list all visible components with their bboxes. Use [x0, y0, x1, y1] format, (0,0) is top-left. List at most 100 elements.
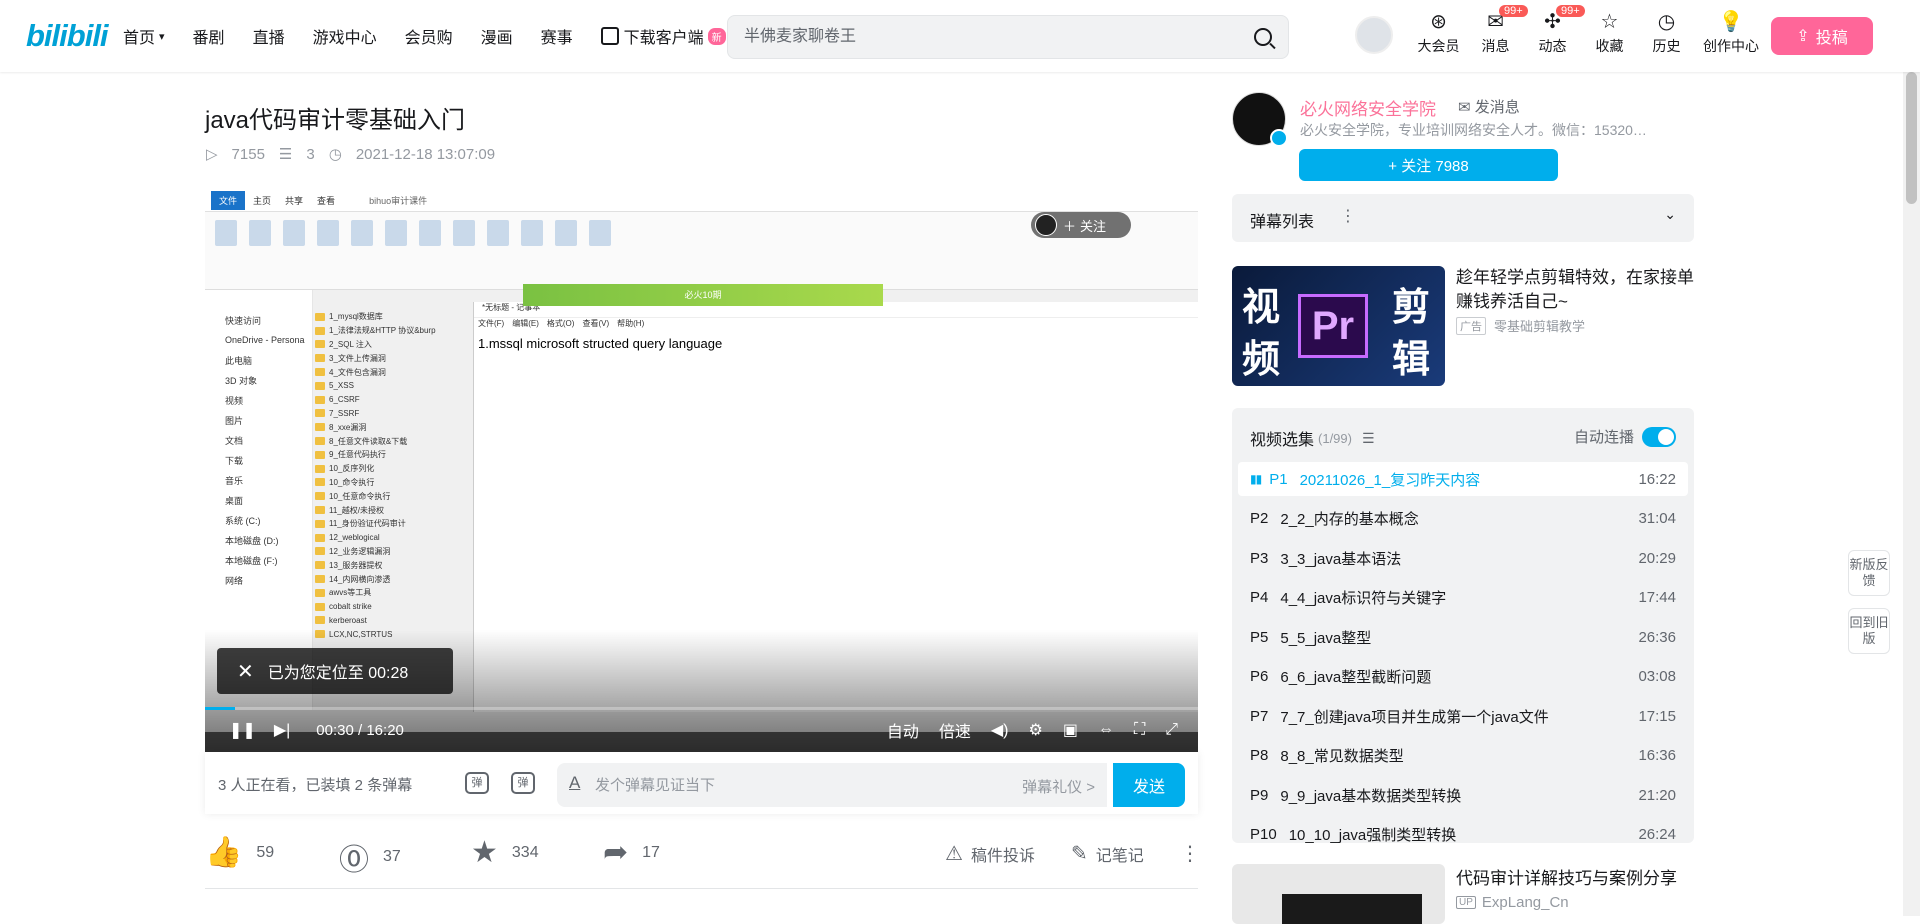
favorites-button[interactable]: ☆ 收藏 — [1581, 8, 1638, 56]
nav-game-center[interactable]: 游戏中心 — [313, 24, 377, 48]
nav-manga[interactable]: 漫画 — [481, 24, 513, 48]
chevron-down-icon[interactable]: ⌄ — [1664, 206, 1676, 223]
back-to-old-button[interactable]: 回到旧版 — [1848, 608, 1890, 654]
danmaku-input[interactable] — [595, 763, 995, 807]
more-icon[interactable]: ⋮ — [1340, 206, 1356, 226]
explorer-file-item: 12_weblogical — [315, 531, 475, 545]
search-input[interactable] — [728, 16, 1228, 58]
message-button[interactable]: ✉ 99+ 消息 — [1467, 5, 1528, 56]
nav-anime[interactable]: 番剧 — [193, 24, 225, 48]
playlist-count: (1/99) — [1318, 430, 1352, 446]
danmaku-settings-icon[interactable]: 弹 — [511, 772, 535, 794]
autoplay-toggle[interactable] — [1642, 426, 1676, 447]
explorer-nav-item: 此电脑 — [225, 355, 253, 366]
video-meta: ▷ 7155 ☰ 3 ◷ 2021-12-18 13:07:09 — [206, 145, 509, 164]
explorer-file-item: 7_SSRF — [315, 407, 475, 421]
volume-icon[interactable]: ◀) — [991, 720, 1009, 740]
tool-icon — [487, 220, 509, 246]
danmaku-style-icon[interactable]: A — [569, 773, 580, 793]
episode-item[interactable]: ▮▮ P1 20211026_1_复习昨天内容 16:22 — [1238, 462, 1688, 496]
message-label: 消息 — [1481, 38, 1510, 54]
widescreen-icon[interactable]: ⇔ — [1098, 721, 1114, 739]
search-icon[interactable] — [1254, 28, 1272, 46]
list-icon[interactable]: ☰ — [1362, 430, 1375, 447]
recommend-card[interactable]: 代码审计详解技巧与案例分享 UP ExpLang_Cn — [1232, 864, 1694, 924]
favorite-star-icon: ★ — [471, 836, 498, 869]
video-player[interactable]: 文件 主页 共享 查看 bihuo审计课件 快速访问 OneDrive - Per… — [205, 190, 1198, 752]
player-follow-button[interactable]: ＋关注 — [1031, 212, 1131, 238]
episode-item[interactable]: P7 7_7_创建java项目并生成第一个java文件 17:15 — [1238, 699, 1688, 733]
note-button[interactable]: ✎ 记笔记 — [1071, 841, 1144, 866]
episode-item[interactable]: P8 8_8_常见数据类型 16:36 — [1238, 739, 1688, 773]
history-button[interactable]: ◷ 历史 — [1638, 8, 1695, 56]
share-button[interactable]: ➦ 17 — [603, 835, 660, 870]
next-icon[interactable]: ▶| — [274, 720, 290, 740]
episode-item[interactable]: P6 6_6_java整型截断问题 03:08 — [1238, 660, 1688, 694]
new-feedback-button[interactable]: 新版反馈 — [1848, 550, 1890, 596]
episode-item[interactable]: P2 2_2_内存的基本概念 31:04 — [1238, 502, 1688, 536]
progress-bar[interactable] — [205, 707, 1198, 710]
coin-button[interactable]: ⓪ 37 — [339, 835, 401, 879]
divider — [205, 888, 1198, 889]
episode-number: P4 — [1250, 589, 1269, 606]
follow-button[interactable]: + 关注 7988 — [1299, 149, 1558, 181]
nav-download-client[interactable]: 下载客户端新 — [600, 24, 726, 48]
send-message-label: 发消息 — [1474, 99, 1520, 116]
coin-count: 37 — [383, 848, 401, 865]
send-message-button[interactable]: ✉ 发消息 — [1458, 96, 1520, 117]
search-box — [727, 15, 1289, 59]
nav-download-label: 下载客户端 — [623, 30, 704, 47]
like-count: 59 — [256, 843, 275, 861]
speed-button[interactable]: 倍速 — [939, 718, 971, 742]
episode-number: P9 — [1250, 786, 1269, 804]
pip-icon[interactable]: ▣ — [1063, 720, 1078, 740]
vip-icon: ⊛ — [1430, 11, 1447, 33]
dynamic-label: 动态 — [1538, 38, 1567, 54]
send-danmaku-button[interactable]: 发送 — [1113, 763, 1185, 807]
nav-esports[interactable]: 赛事 — [541, 24, 573, 48]
notepad-menu-item: 帮助(H) — [617, 319, 645, 328]
favorite-button[interactable]: ★ 334 — [471, 835, 539, 870]
play-count-icon: ▷ — [206, 146, 218, 163]
playlist-header: 视频选集 (1/99) ☰ — [1250, 426, 1375, 450]
nav-live[interactable]: 直播 — [253, 24, 285, 48]
green-popup: 必火10期 — [523, 284, 883, 306]
quality-button[interactable]: 自动 — [887, 718, 919, 742]
uploader-name[interactable]: 必火网络安全学院 — [1300, 95, 1436, 120]
episode-item[interactable]: P3 3_3_java基本语法 20:29 — [1238, 541, 1688, 575]
web-fullscreen-icon[interactable]: ⛶ — [1134, 721, 1145, 739]
upload-label: 投稿 — [1815, 30, 1848, 47]
uploader-avatar[interactable] — [1232, 92, 1288, 147]
creator-center-button[interactable]: 💡 创作中心 — [1695, 8, 1767, 56]
page-scrollbar[interactable] — [1903, 0, 1920, 916]
report-button[interactable]: ⚠ 稿件投诉 — [945, 841, 1035, 866]
like-button[interactable]: 👍 59 — [205, 835, 274, 870]
close-icon[interactable]: ✕ — [237, 659, 254, 684]
upload-button[interactable]: ⇪ 投稿 — [1771, 17, 1873, 55]
episode-item[interactable]: P5 5_5_java整型 26:36 — [1238, 620, 1688, 654]
vip-button[interactable]: ⊛ 大会员 — [1410, 8, 1467, 56]
share-icon: ➦ — [603, 836, 629, 869]
episode-item[interactable]: P10 10_10_java强制类型转换 26:24 — [1238, 818, 1688, 843]
user-avatar[interactable] — [1355, 16, 1393, 54]
settings-icon[interactable]: ⚙ — [1029, 720, 1043, 740]
danmaku-toggle-icon[interactable]: 弹 — [465, 772, 489, 794]
new-badge: 新 — [707, 27, 726, 45]
ad-card[interactable]: 视 剪 频 辑 Pr 趁年轻学点剪辑特效，在家接单赚钱养活自己~ 广告 零基础剪辑… — [1232, 266, 1694, 386]
viewers-text: 3 人正在看，已装填 2 条弹幕 — [218, 777, 413, 794]
pause-icon[interactable]: ❚❚ — [229, 720, 256, 740]
dynamic-button[interactable]: ✣ 99+ 动态 — [1524, 5, 1585, 56]
scrollbar-thumb[interactable] — [1906, 72, 1917, 204]
danmaku-etiquette-link[interactable]: 弹幕礼仪 > — [1022, 776, 1095, 797]
episode-item[interactable]: P9 9_9_java基本数据类型转换 21:20 — [1238, 778, 1688, 812]
danmaku-list-panel[interactable]: 弹幕列表 ⋮ ⌄ — [1232, 194, 1694, 242]
nav-shop[interactable]: 会员购 — [405, 24, 453, 48]
more-options-icon[interactable]: ⋮ — [1180, 841, 1208, 866]
episode-item[interactable]: P4 4_4_java标识符与关键字 17:44 — [1238, 581, 1688, 615]
bilibili-logo[interactable]: bilibili — [26, 18, 109, 54]
episode-number: P2 — [1250, 510, 1269, 527]
nav-home[interactable]: 首页 ▾ — [123, 24, 165, 48]
fullscreen-icon[interactable]: ⤢ — [1165, 721, 1178, 739]
episode-title: 9_9_java基本数据类型转换 — [1280, 787, 1462, 805]
ad-char: 辑 — [1392, 336, 1431, 381]
